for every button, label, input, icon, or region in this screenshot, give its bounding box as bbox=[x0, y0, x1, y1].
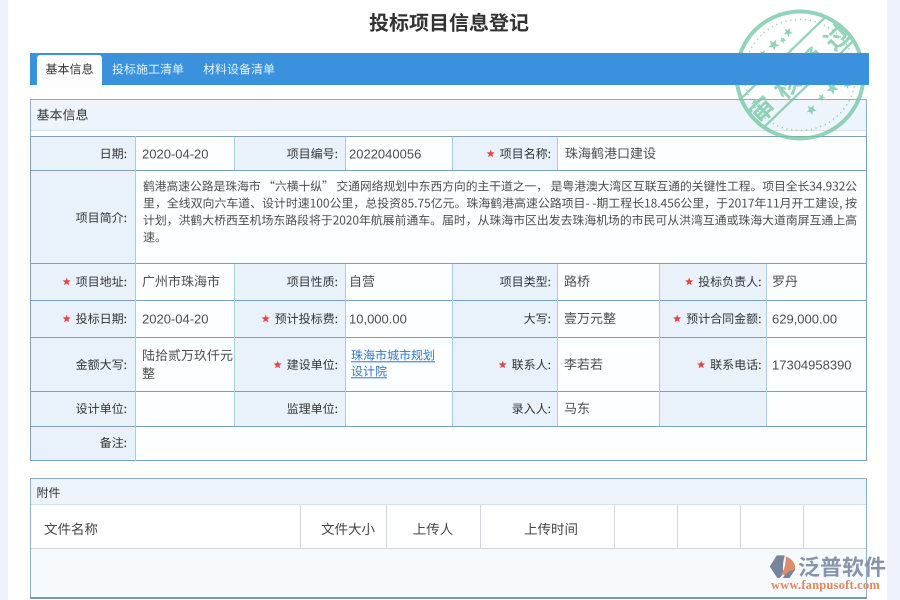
svg-text:629,000.00: 629,000.00 bbox=[772, 312, 837, 327]
svg-text:2022040056: 2022040056 bbox=[349, 147, 421, 162]
svg-text:17304958390: 17304958390 bbox=[772, 358, 852, 373]
svg-text:2020-04-20: 2020-04-20 bbox=[142, 312, 209, 327]
svg-text:www.fanpusoft.com: www.fanpusoft.com bbox=[771, 578, 880, 592]
svg-text:2020-04-20: 2020-04-20 bbox=[142, 147, 209, 162]
svg-text:10,000.00: 10,000.00 bbox=[349, 312, 407, 327]
